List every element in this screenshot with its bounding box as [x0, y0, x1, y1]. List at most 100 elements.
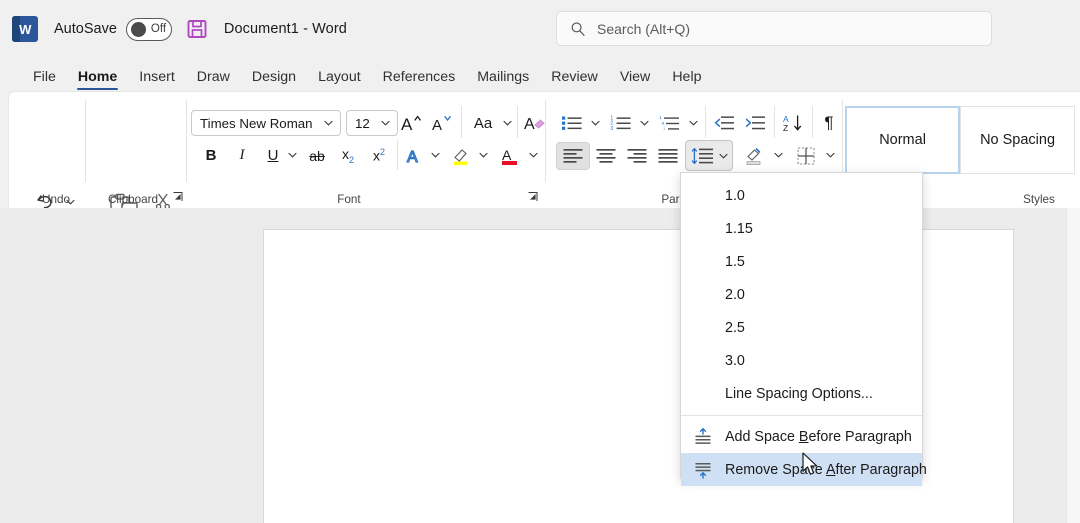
menu-item-1-0-label: 1.0 — [725, 188, 745, 204]
sort-icon[interactable]: A Z — [778, 109, 808, 137]
line-spacing-chevron-down-icon[interactable] — [719, 153, 728, 159]
svg-text:A: A — [407, 149, 418, 166]
paragraph-divider-3 — [812, 106, 813, 138]
svg-text:A: A — [524, 116, 535, 133]
subscript-glyph: x2 — [342, 146, 354, 165]
font-color-chevron-down-icon[interactable] — [525, 144, 541, 166]
menu-item-1-15[interactable]: 1.15 — [681, 212, 922, 245]
save-floppy-icon[interactable] — [186, 18, 208, 40]
italic-button[interactable]: I — [228, 142, 256, 169]
subscript-button[interactable]: x2 — [334, 142, 362, 169]
group-divider-clipboard — [186, 100, 187, 182]
multilevel-chevron-down-icon[interactable] — [685, 112, 701, 134]
tab-home[interactable]: Home — [67, 69, 128, 91]
text-effects-chevron-down-icon[interactable] — [427, 144, 443, 166]
bold-button[interactable]: B — [197, 142, 225, 169]
font-dialog-launcher[interactable] — [527, 191, 540, 204]
align-center-button[interactable] — [590, 142, 622, 170]
menu-separator — [681, 415, 922, 416]
search-input-placeholder: Search (Alt+Q) — [597, 21, 690, 37]
menu-item-2-5-label: 2.5 — [725, 320, 745, 336]
svg-text:1: 1 — [659, 115, 662, 120]
underline-button[interactable]: U — [259, 142, 287, 169]
font-size-chevron-down-icon[interactable] — [381, 120, 390, 126]
font-divider-2 — [517, 106, 518, 138]
tab-help[interactable]: Help — [661, 69, 712, 91]
autosave-toggle-state: Off — [151, 23, 166, 35]
underline-glyph: U — [268, 147, 279, 164]
pilcrow-glyph: ¶ — [824, 113, 833, 133]
superscript-button[interactable]: x2 — [365, 142, 393, 169]
document-title: Document1 - Word — [224, 21, 347, 37]
shrink-font-icon[interactable]: A — [427, 109, 457, 137]
align-right-button[interactable] — [621, 142, 653, 170]
font-name-chevron-down-icon[interactable] — [324, 120, 333, 126]
grow-font-icon[interactable]: A — [396, 109, 426, 137]
group-label-undo: Undo — [21, 193, 91, 206]
tab-references[interactable]: References — [372, 69, 467, 91]
autosave-toggle-knob — [131, 22, 146, 37]
decrease-indent-icon[interactable] — [709, 109, 739, 137]
remove-space-after-icon — [693, 461, 713, 479]
styles-gallery: Normal No Spacing — [845, 106, 1075, 174]
menu-item-2-5[interactable]: 2.5 — [681, 311, 922, 344]
borders-chevron-down-icon[interactable] — [822, 144, 838, 166]
font-divider-3 — [397, 140, 398, 170]
paragraph-divider-2 — [774, 106, 775, 138]
text-effects-icon[interactable]: A — [401, 142, 429, 169]
numbering-icon[interactable]: 1 2 3 — [606, 109, 636, 137]
show-formatting-marks-icon[interactable]: ¶ — [815, 109, 843, 137]
menu-item-3-0[interactable]: 3.0 — [681, 344, 922, 377]
bullets-icon[interactable] — [557, 109, 587, 137]
borders-icon[interactable] — [791, 142, 821, 170]
align-left-button[interactable] — [556, 142, 590, 170]
vertical-scrollbar[interactable] — [1066, 208, 1080, 523]
style-item-no-spacing-label: No Spacing — [980, 132, 1055, 148]
autosave-toggle[interactable]: Off — [126, 18, 172, 41]
tab-layout[interactable]: Layout — [307, 69, 372, 91]
paragraph-divider-1 — [705, 106, 706, 138]
tab-review[interactable]: Review — [540, 69, 609, 91]
line-spacing-button[interactable] — [685, 140, 733, 171]
highlight-chevron-down-icon[interactable] — [475, 144, 491, 166]
menu-item-1-15-label: 1.15 — [725, 221, 753, 237]
bullets-chevron-down-icon[interactable] — [587, 112, 603, 134]
tab-insert[interactable]: Insert — [128, 69, 185, 91]
menu-item-line-spacing-options[interactable]: Line Spacing Options... — [681, 377, 922, 410]
autosave-label: AutoSave — [54, 21, 117, 37]
justify-button[interactable] — [652, 142, 684, 170]
font-color-icon[interactable]: A — [496, 142, 524, 169]
group-divider-paragraph — [842, 100, 843, 182]
menu-item-remove-space-after-paragraph-label: Remove Space After Paragraph — [725, 462, 927, 478]
menu-item-add-space-before-paragraph[interactable]: Add Space Before Paragraph — [681, 420, 922, 453]
menu-item-1-5[interactable]: 1.5 — [681, 245, 922, 278]
underline-chevron-down-icon[interactable] — [284, 144, 300, 166]
menu-item-line-spacing-options-label: Line Spacing Options... — [725, 386, 873, 402]
tab-draw[interactable]: Draw — [186, 69, 241, 91]
text-highlight-color-icon[interactable] — [447, 142, 475, 169]
search-box[interactable]: Search (Alt+Q) — [556, 11, 992, 46]
change-case-icon[interactable]: Aa — [466, 109, 500, 137]
shading-chevron-down-icon[interactable] — [770, 144, 786, 166]
word-logo-icon: W — [12, 16, 38, 42]
change-case-chevron-down-icon[interactable] — [499, 112, 515, 134]
style-item-no-spacing[interactable]: No Spacing — [960, 106, 1075, 174]
multilevel-list-icon[interactable]: 1 a i — [655, 109, 685, 137]
clipboard-dialog-launcher[interactable] — [172, 191, 185, 204]
tab-design[interactable]: Design — [241, 69, 307, 91]
menu-item-1-0[interactable]: 1.0 — [681, 179, 922, 212]
strikethrough-glyph: ab — [309, 148, 325, 164]
svg-text:A: A — [432, 117, 442, 134]
tab-view[interactable]: View — [609, 69, 662, 91]
font-size-combo[interactable]: 12 — [346, 110, 398, 136]
tab-file[interactable]: File — [22, 69, 67, 91]
menu-item-2-0[interactable]: 2.0 — [681, 278, 922, 311]
increase-indent-icon[interactable] — [740, 109, 770, 137]
style-item-normal[interactable]: Normal — [845, 106, 960, 174]
font-name-combo[interactable]: Times New Roman — [191, 110, 341, 136]
italic-glyph: I — [240, 147, 245, 164]
numbering-chevron-down-icon[interactable] — [636, 112, 652, 134]
tab-mailings[interactable]: Mailings — [466, 69, 540, 91]
shading-icon[interactable] — [739, 142, 769, 170]
strikethrough-button[interactable]: ab — [303, 142, 331, 169]
